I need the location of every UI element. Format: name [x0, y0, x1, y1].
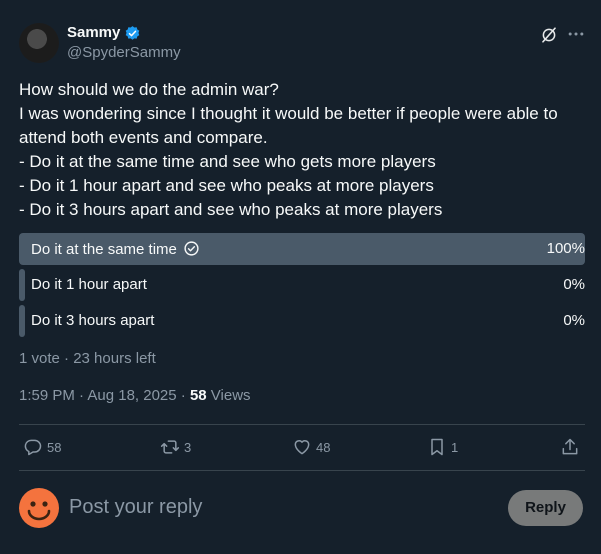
heart-icon: [294, 440, 310, 455]
poll-option-percent: 0%: [563, 312, 585, 329]
poll-option-text: Do it at the same time: [31, 241, 177, 258]
poll-option[interactable]: Do it at the same time 100%: [19, 233, 585, 265]
reply-icon: [24, 439, 42, 456]
reply-button[interactable]: 58: [23, 436, 61, 458]
share-button[interactable]: [560, 436, 580, 458]
share-icon: [562, 438, 578, 455]
smiley-face-icon: [27, 501, 51, 521]
poll-option[interactable]: Do it 3 hours apart 0%: [19, 305, 585, 337]
avatar[interactable]: [19, 23, 59, 63]
poll-option-label: Do it at the same time: [31, 240, 200, 258]
poll-option-label: Do it 1 hour apart: [31, 276, 147, 293]
bookmark-icon: [431, 438, 443, 456]
divider: [19, 424, 585, 425]
poll-result-bar: [19, 305, 25, 337]
author-handle[interactable]: @SpyderSammy: [67, 44, 181, 61]
bookmark-button[interactable]: 1: [427, 436, 458, 458]
tweet-line: - Do it 1 hour apart and see who peaks a…: [19, 176, 434, 195]
tweet-text: How should we do the admin war? I was wo…: [19, 78, 589, 222]
views-label: Views: [206, 387, 251, 404]
bookmark-count: 1: [451, 439, 459, 455]
like-count: 48: [316, 439, 331, 455]
views-count: 58: [189, 387, 207, 404]
poll-option-label: Do it 3 hours apart: [31, 312, 155, 329]
repost-count: 3: [184, 439, 192, 455]
poll-option-percent: 0%: [563, 276, 585, 293]
avatar: [19, 488, 59, 528]
reply-submit-button[interactable]: Reply: [508, 490, 583, 526]
more-icon[interactable]: [566, 24, 586, 44]
verified-badge-icon: [125, 26, 140, 40]
reply-count: 58: [47, 439, 62, 455]
tweet-line: attend both events and compare.: [19, 128, 268, 147]
tweet-line: - Do it at the same time and see who get…: [19, 152, 436, 171]
tweet-line: I was wondering since I thought it would…: [19, 104, 558, 123]
poll-option[interactable]: Do it 1 hour apart 0%: [19, 269, 585, 301]
timestamp[interactable]: 1:59 PM · Aug 18, 2025 · 58 Views: [19, 387, 251, 404]
tweet-line: How should we do the admin war?: [19, 80, 279, 99]
grok-icon[interactable]: [540, 26, 558, 44]
display-name[interactable]: Sammy: [67, 24, 120, 41]
tweet-line: - Do it 3 hours apart and see who peaks …: [19, 200, 443, 219]
poll-result-bar: [19, 269, 25, 301]
repost-icon: [160, 440, 180, 454]
repost-button[interactable]: 3: [160, 436, 191, 458]
divider: [19, 470, 585, 471]
like-button[interactable]: 48: [292, 436, 330, 458]
reply-input[interactable]: Post your reply: [69, 496, 202, 519]
check-circle-icon: [184, 241, 199, 256]
timestamp-time[interactable]: 1:59 PM · Aug 18, 2025 ·: [19, 387, 190, 404]
poll-meta: 1 vote · 23 hours left: [19, 350, 156, 367]
poll-option-percent: 100%: [546, 240, 585, 257]
